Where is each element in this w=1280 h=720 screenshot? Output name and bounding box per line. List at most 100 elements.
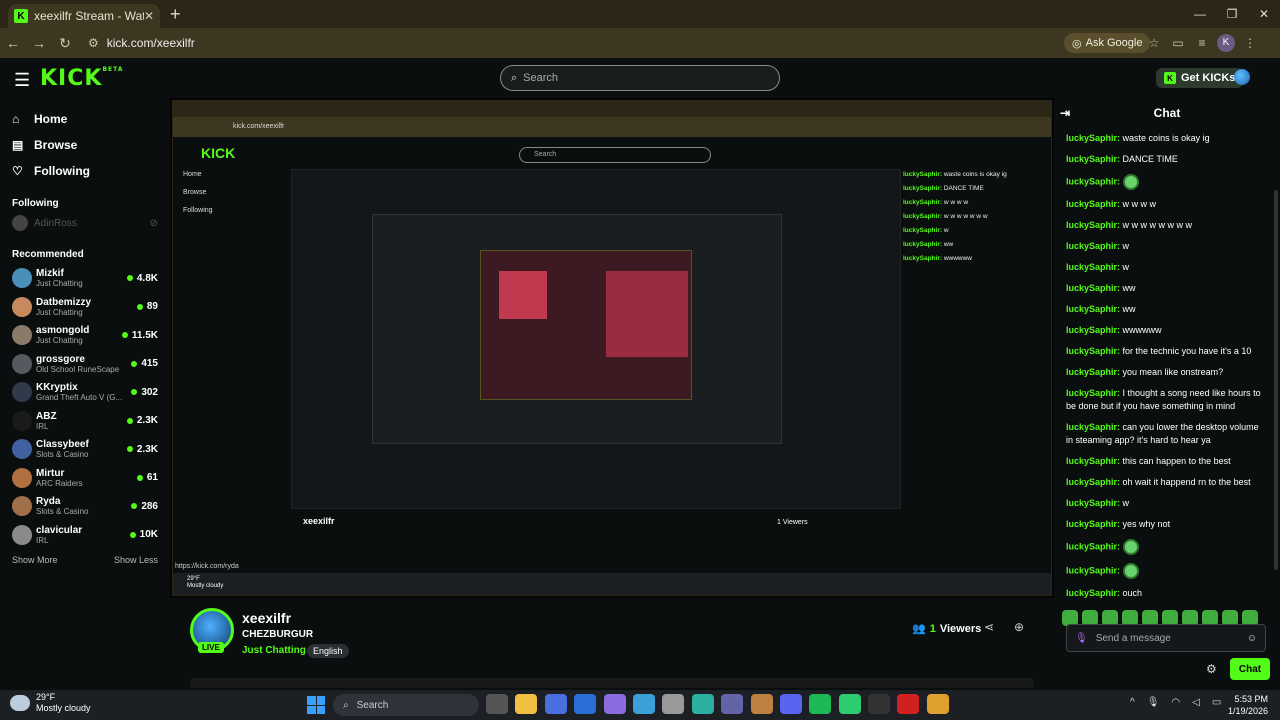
minimize-button[interactable]: — [1184, 0, 1216, 28]
back-icon[interactable]: ← [0, 35, 26, 51]
file-explorer-icon[interactable] [515, 694, 538, 714]
battery-icon[interactable]: ▭ [1212, 697, 1221, 708]
calendar-icon[interactable] [662, 694, 685, 714]
task-view-icon[interactable] [486, 694, 508, 714]
chat-username[interactable]: luckySaphir: [1066, 367, 1120, 377]
video-player[interactable]: kick.com/xeexilfr KICK Search Home Brows… [170, 98, 1054, 598]
maximize-button[interactable]: ❐ [1216, 0, 1248, 28]
green-app-icon[interactable] [838, 694, 861, 714]
add-user-icon[interactable]: ⊕ [1014, 620, 1024, 634]
chat-settings-icon[interactable]: ⚙ [1206, 662, 1217, 676]
recommended-channel[interactable]: Classybeef Slots & Casino 2.3K [0, 435, 170, 464]
edge-icon[interactable] [691, 694, 714, 714]
chat-message-input[interactable]: 🎙 Send a message ☺ [1066, 624, 1266, 652]
windows-start-icon[interactable] [307, 696, 325, 714]
ask-google-button[interactable]: ◎ Ask Google [1064, 33, 1151, 53]
user-avatar[interactable] [1234, 69, 1250, 85]
app-icon[interactable] [632, 694, 655, 714]
teams-icon[interactable] [721, 694, 744, 714]
taskbar-search-input[interactable]: ⌕ Search [333, 694, 479, 716]
chat-username[interactable]: luckySaphir: [1066, 519, 1120, 529]
share-icon[interactable]: ⋖ [984, 620, 994, 634]
chat-username[interactable]: luckySaphir: [1066, 498, 1120, 508]
get-kicks-button[interactable]: K Get KICKs [1156, 68, 1244, 88]
cast-icon[interactable]: ▭ [1166, 32, 1190, 54]
recommended-channel[interactable]: ABZ IRL 2.3K [0, 407, 170, 436]
following-item[interactable]: AdinRoss ⊘ [0, 209, 170, 237]
chat-username[interactable]: luckySaphir: [1066, 283, 1120, 293]
chat-username[interactable]: luckySaphir: [1066, 388, 1120, 398]
obs-icon[interactable] [897, 694, 920, 714]
recommended-channel[interactable]: KKryptix Grand Theft Auto V (G... 302 [0, 378, 170, 407]
language-tag[interactable]: English [307, 644, 349, 658]
chat-username[interactable]: luckySaphir: [1066, 154, 1120, 164]
chat-username[interactable]: luckySaphir: [1066, 477, 1120, 487]
spotify-icon[interactable] [809, 694, 832, 714]
chat-message: luckySaphir: this can happen to the best [1066, 451, 1268, 472]
live-dot [129, 531, 136, 538]
recommended-channel[interactable]: asmongold Just Chatting 11.5K [0, 321, 170, 350]
page-scrollbar[interactable] [1274, 190, 1278, 570]
url-field[interactable]: ⚙ kick.com/xeexilfr [88, 36, 195, 50]
collapse-chat-icon[interactable]: ⇥ [1060, 106, 1070, 120]
chat-username[interactable]: luckySaphir: [1066, 220, 1120, 230]
recommended-channel[interactable]: Mirtur ARC Raiders 61 [0, 464, 170, 493]
chat-username[interactable]: luckySaphir: [1066, 325, 1120, 335]
close-window-button[interactable]: ✕ [1248, 0, 1280, 28]
kick-logo[interactable]: KICKBETA [40, 66, 123, 91]
mic-icon[interactable]: 🎙 [1075, 633, 1088, 644]
site-info-icon[interactable]: ⚙ [88, 36, 99, 50]
chat-username[interactable]: luckySaphir: [1066, 176, 1120, 186]
chrome-icon[interactable] [926, 694, 949, 714]
profile-avatar[interactable]: K [1217, 34, 1235, 52]
recommended-channel[interactable]: clavicular IRL 10K [0, 521, 170, 550]
chat-username[interactable]: luckySaphir: [1066, 346, 1120, 356]
recommended-channel[interactable]: Ryda Slots & Casino 286 [0, 492, 170, 521]
browser-tab[interactable]: K xeexilfr Stream - Watch Live ✕ [8, 4, 160, 28]
weather-widget[interactable]: 29°F Mostly cloudy [10, 692, 91, 714]
recommended-channel[interactable]: Mizkif Just Chatting 4.8K [0, 264, 170, 293]
show-more-button[interactable]: Show More [12, 555, 58, 565]
discord-icon[interactable] [779, 694, 802, 714]
recommended-channel[interactable]: grossgore Old School RuneScape 415 [0, 350, 170, 379]
show-less-button[interactable]: Show Less [114, 555, 158, 565]
store-icon[interactable] [544, 694, 567, 714]
wifi-icon[interactable]: ◠ [1171, 697, 1180, 708]
chevron-up-icon[interactable]: ^ [1130, 697, 1135, 708]
chat-username[interactable]: luckySaphir: [1066, 588, 1120, 598]
stream-category[interactable]: Just Chatting [242, 645, 306, 656]
new-tab-button[interactable]: + [170, 4, 181, 25]
copilot-icon[interactable] [603, 694, 626, 714]
nav-following[interactable]: ♡ Following [0, 158, 170, 184]
chat-username[interactable]: luckySaphir: [1066, 262, 1120, 272]
chat-username[interactable]: luckySaphir: [1066, 133, 1120, 143]
chat-username[interactable]: luckySaphir: [1066, 304, 1120, 314]
reload-icon[interactable]: ↻ [52, 35, 78, 52]
photos-icon[interactable] [750, 694, 773, 714]
nav-browse[interactable]: ▤ Browse [0, 132, 170, 158]
recommended-channel[interactable]: Datbemizzy Just Chatting 89 [0, 293, 170, 322]
hp-icon[interactable] [574, 694, 597, 714]
streamer-name[interactable]: xeexilfr [242, 610, 291, 626]
taskbar-clock[interactable]: 5:53 PM 1/19/2026 [1222, 693, 1268, 717]
reading-list-icon[interactable]: ≡ [1190, 32, 1214, 54]
emoji-picker-icon[interactable]: ☺ [1247, 633, 1257, 644]
chat-username[interactable]: luckySaphir: [1066, 241, 1120, 251]
chat-username[interactable]: luckySaphir: [1066, 565, 1120, 575]
bookmark-star-icon[interactable]: ☆ [1142, 32, 1166, 54]
terminal-icon[interactable] [868, 694, 891, 714]
chat-message: luckySaphir: w w w w w w w w [1066, 215, 1268, 236]
volume-icon[interactable]: ◁ [1192, 697, 1200, 708]
hamburger-menu-icon[interactable]: ☰ [14, 70, 30, 91]
chat-username[interactable]: luckySaphir: [1066, 541, 1120, 551]
chat-username[interactable]: luckySaphir: [1066, 456, 1120, 466]
mic-icon[interactable]: 🎙 [1147, 697, 1160, 708]
nav-home[interactable]: ⌂ Home [0, 106, 170, 132]
search-input[interactable]: ⌕ Search [500, 65, 780, 91]
menu-dots-icon[interactable]: ⋮ [1238, 32, 1262, 54]
close-tab-icon[interactable]: ✕ [144, 9, 154, 23]
chat-username[interactable]: luckySaphir: [1066, 199, 1120, 209]
send-chat-button[interactable]: Chat [1230, 658, 1270, 680]
chat-username[interactable]: luckySaphir: [1066, 422, 1120, 432]
forward-icon[interactable]: → [26, 35, 52, 51]
